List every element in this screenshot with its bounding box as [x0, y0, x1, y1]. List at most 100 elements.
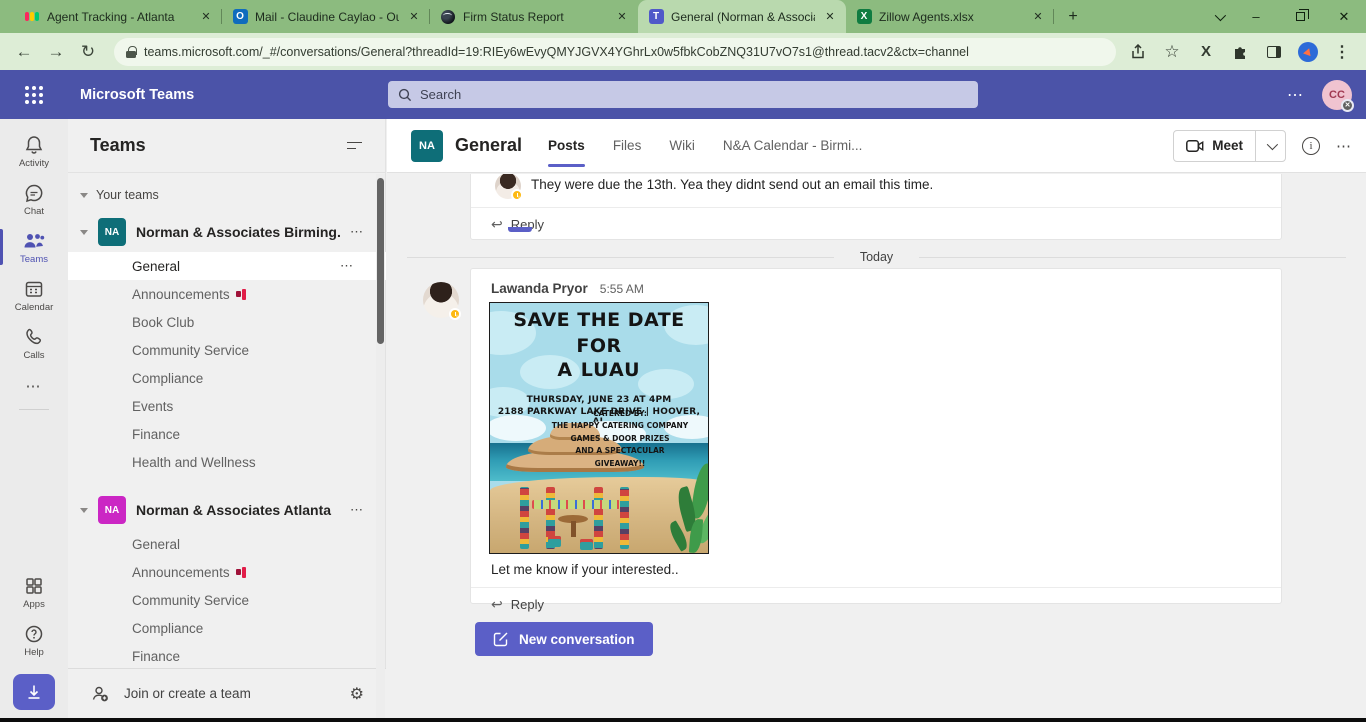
tab-zillow-agents[interactable]: X Zillow Agents.xlsx ✕ [846, 0, 1054, 33]
refresh-icon[interactable]: ↻ [74, 38, 102, 66]
channel-events[interactable]: Events [68, 392, 386, 420]
x-extension-icon[interactable]: X [1196, 42, 1216, 62]
channel-general-birmingham[interactable]: General ⋯ [68, 252, 386, 280]
tab-outlook-mail[interactable]: O Mail - Claudine Caylao - Outl ✕ [222, 0, 430, 33]
channel-health-and-wellness[interactable]: Health and Wellness [68, 448, 386, 476]
excel-icon: X [856, 9, 872, 25]
team-more-icon[interactable]: ⋯ [350, 502, 374, 518]
tab-wiki[interactable]: Wiki [669, 119, 695, 173]
tab-agent-tracking[interactable]: Agent Tracking - Atlanta ✕ [14, 0, 222, 33]
help-icon [25, 625, 43, 643]
join-or-create-team[interactable]: Join or create a team ⚙ [68, 668, 386, 718]
tab-close-icon[interactable]: ✕ [822, 9, 838, 25]
reply-arrow-icon: ↩ [491, 596, 503, 612]
channel-book-club[interactable]: Book Club [68, 308, 386, 336]
search-input[interactable]: Search [388, 81, 978, 108]
sidebar-scrollbar[interactable] [376, 174, 385, 718]
poster-catering-block: CATERED BY: THE HAPPY CATERING COMPANY G… [551, 409, 689, 468]
channel-general-atlanta[interactable]: General [68, 530, 386, 558]
restore-button[interactable] [1278, 0, 1322, 33]
bookmark-star-icon[interactable]: ☆ [1162, 42, 1182, 62]
tab-close-icon[interactable]: ✕ [614, 9, 630, 25]
tab-close-icon[interactable]: ✕ [406, 9, 422, 25]
rail-item-calls[interactable]: Calls [0, 319, 68, 367]
scrollbar-thumb[interactable] [377, 178, 384, 344]
channel-compliance-atlanta[interactable]: Compliance [68, 614, 386, 642]
rail-item-apps[interactable]: Apps [0, 568, 68, 616]
side-panel-icon[interactable] [1264, 42, 1284, 62]
waffle-icon[interactable] [0, 85, 68, 104]
close-window-button[interactable]: ✕ [1322, 0, 1366, 33]
tab-files[interactable]: Files [613, 119, 642, 173]
timestamp: 5:55 AM [599, 282, 644, 296]
rail-item-chat[interactable]: Chat [0, 175, 68, 223]
reply-button[interactable]: ↩ Reply [471, 207, 1281, 242]
filter-icon[interactable] [347, 140, 363, 152]
author-name: Lawanda Pryor [491, 281, 588, 296]
browser-menu-icon[interactable]: ⋮ [1332, 42, 1352, 62]
tab-title: General (Norman & Associat [671, 9, 815, 24]
team-row-birmingham[interactable]: NA Norman & Associates Birming... ⋯ [68, 212, 386, 252]
tab-close-icon[interactable]: ✕ [1030, 9, 1046, 25]
channel-community-service-birmingham[interactable]: Community Service [68, 336, 386, 364]
reply-button[interactable]: ↩ Reply [471, 587, 1281, 622]
chevron-down-icon [80, 192, 88, 198]
your-teams-label: Your teams [96, 188, 159, 202]
channel-title: General [455, 135, 523, 155]
team-avatar: NA [98, 496, 126, 524]
url-text[interactable]: teams.microsoft.com/_#/conversations/Gen… [144, 45, 969, 59]
lock-icon[interactable] [126, 45, 137, 58]
rail-more-icon[interactable]: ⋯ [26, 367, 43, 399]
rail-label: Activity [18, 158, 50, 169]
team-row-atlanta[interactable]: NA Norman & Associates Atlanta ⋯ [68, 490, 386, 530]
tab-calendar[interactable]: N&A Calendar - Birmi... [723, 119, 863, 173]
gear-icon[interactable]: ⚙ [350, 684, 364, 704]
meet-label: Meet [1212, 138, 1243, 153]
meet-button[interactable]: Meet [1173, 129, 1286, 162]
luau-poster-image[interactable]: SAVE THE DATE FOR A LUAU THURSDAY, JUNE … [489, 302, 709, 554]
reply-label: Reply [510, 597, 544, 612]
new-tab-button[interactable]: + [1060, 4, 1086, 30]
channel-community-service-atlanta[interactable]: Community Service [68, 586, 386, 614]
tab-posts[interactable]: Posts [548, 119, 585, 173]
teams-people-icon [24, 234, 45, 248]
channel-announcements-atlanta[interactable]: Announcements [68, 558, 386, 586]
address-bar[interactable]: teams.microsoft.com/_#/conversations/Gen… [114, 37, 1116, 66]
channel-more-icon[interactable]: ⋯ [340, 258, 364, 274]
rail-item-teams[interactable]: Teams [0, 223, 68, 271]
rail-label: Calendar [14, 302, 54, 313]
download-desktop-app-button[interactable] [13, 674, 55, 710]
avatar [423, 282, 461, 320]
extensions-puzzle-icon[interactable] [1230, 42, 1250, 62]
meet-dropdown[interactable] [1255, 130, 1285, 161]
back-icon[interactable]: ← [10, 38, 38, 66]
header-more-icon[interactable]: ⋯ [1287, 85, 1304, 105]
rail-item-activity[interactable]: Activity [0, 127, 68, 175]
browser-profile-avatar[interactable] [1298, 41, 1318, 62]
add-person-icon [92, 686, 108, 701]
forward-icon[interactable]: → [42, 38, 70, 66]
tab-search-chevron-icon[interactable] [1204, 0, 1234, 33]
user-avatar[interactable]: CC ✕ [1322, 79, 1354, 112]
channel-announcements-birmingham[interactable]: Announcements [68, 280, 386, 308]
info-icon[interactable]: i [1302, 136, 1320, 155]
new-conversation-button[interactable]: New conversation [475, 622, 653, 656]
tab-teams-general[interactable]: T General (Norman & Associat ✕ [638, 0, 846, 33]
tab-close-icon[interactable]: ✕ [198, 9, 214, 25]
tab-firm-status[interactable]: Firm Status Report ✕ [430, 0, 638, 33]
channel-finance-atlanta[interactable]: Finance [68, 642, 386, 668]
channel-compliance-birmingham[interactable]: Compliance [68, 364, 386, 392]
share-icon[interactable] [1128, 42, 1148, 62]
team-more-icon[interactable]: ⋯ [350, 224, 374, 240]
channel-finance-birmingham[interactable]: Finance [68, 420, 386, 448]
sidebar-title: Teams [90, 135, 146, 155]
rail-item-calendar[interactable]: Calendar [0, 271, 68, 319]
minimize-button[interactable]: – [1234, 0, 1278, 33]
rail-item-help[interactable]: Help [0, 616, 68, 664]
calendar-icon [25, 281, 43, 297]
channel-more-icon[interactable]: ⋯ [1336, 137, 1352, 155]
rail-label: Teams [20, 254, 48, 265]
monday-icon [24, 9, 40, 25]
compose-icon [493, 632, 508, 647]
your-teams-toggle[interactable]: Your teams [68, 174, 386, 212]
